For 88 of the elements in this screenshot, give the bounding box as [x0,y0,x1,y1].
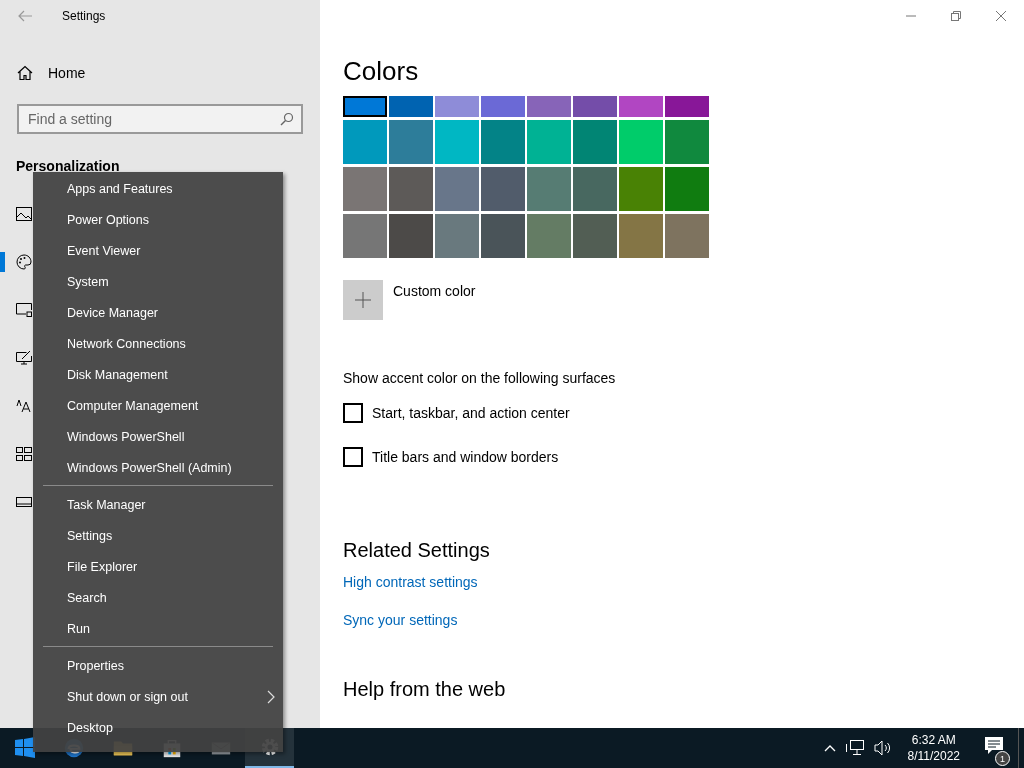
menu-item[interactable]: Properties [33,650,283,681]
monitor-brush-icon[interactable] [16,350,32,366]
color-swatch[interactable] [481,120,525,164]
color-swatch[interactable] [481,167,525,211]
color-swatch[interactable] [665,167,709,211]
menu-item[interactable]: Apps and Features [33,173,283,204]
windows-logo-icon[interactable] [12,736,37,760]
clock[interactable]: 6:32 AM 8/11/2022 [901,732,970,764]
surfaces-label: Show accent color on the following surfaces [343,370,617,386]
minimize-icon[interactable] [906,15,916,17]
color-swatch[interactable] [389,96,433,117]
color-swatch[interactable] [665,214,709,258]
menu-item[interactable]: Windows PowerShell [33,421,283,452]
checkbox[interactable] [343,403,363,423]
color-swatch[interactable] [619,167,663,211]
checkbox-label: Title bars and window borders [372,449,559,465]
restore-icon[interactable] [951,11,961,21]
menu-item[interactable]: Search [33,582,283,613]
network-icon[interactable] [845,740,864,756]
plus-icon [355,292,371,308]
color-swatch[interactable] [527,214,571,258]
checkbox[interactable] [343,447,363,467]
color-swatch[interactable] [573,214,617,258]
menu-item[interactable]: Settings [33,520,283,551]
color-swatch[interactable] [435,120,479,164]
color-swatch[interactable] [389,214,433,258]
menu-item[interactable]: Computer Management [33,390,283,421]
notification-badge: 1 [995,751,1010,766]
font-size-icon[interactable] [16,399,32,413]
color-swatch[interactable] [527,96,571,117]
color-swatch[interactable] [619,96,663,117]
color-swatch[interactable] [573,96,617,117]
color-swatch[interactable] [665,120,709,164]
palette-icon[interactable] [16,254,32,270]
chevron-up-icon[interactable] [823,744,836,752]
custom-color-label: Custom color [393,283,476,301]
color-swatch[interactable] [527,167,571,211]
window-title: Settings [62,9,106,23]
color-swatch[interactable] [343,96,387,117]
color-swatch[interactable] [343,214,387,258]
menu-item[interactable]: Power Options [33,204,283,235]
menu-item[interactable]: Task Manager [33,489,283,520]
home-icon [17,65,33,81]
menu-item[interactable]: Network Connections [33,328,283,359]
page-heading: Colors [343,56,420,88]
custom-color-button[interactable] [343,280,383,320]
taskbar-icon[interactable] [16,497,32,507]
color-swatch[interactable] [435,214,479,258]
image-icon[interactable] [16,207,32,221]
close-icon[interactable] [996,11,1006,21]
menu-item[interactable]: File Explorer [33,551,283,582]
menu-item[interactable]: Desktop [33,712,283,743]
settings-link[interactable]: Sync your settings [343,612,458,628]
color-swatch[interactable] [435,96,479,117]
section-heading: Help from the web [343,678,507,701]
checkbox-label: Start, taskbar, and action center [372,405,570,421]
color-swatch[interactable] [343,120,387,164]
color-swatch[interactable] [389,167,433,211]
search-field[interactable]: Find a setting [17,104,303,134]
menu-item[interactable]: Event Viewer [33,235,283,266]
search-icon [280,112,294,126]
color-swatch[interactable] [619,214,663,258]
color-swatch[interactable] [481,214,525,258]
menu-item[interactable]: System [33,266,283,297]
home-link[interactable]: Home [0,58,320,88]
notifications-icon[interactable] [984,736,1004,756]
chevron-right-icon [267,689,275,704]
color-swatch[interactable] [389,120,433,164]
back-arrow-icon[interactable] [18,10,32,22]
menu-item[interactable]: Windows PowerShell (Admin) [33,452,283,483]
color-swatch[interactable] [619,120,663,164]
volume-icon[interactable] [873,740,892,756]
color-swatch[interactable] [527,120,571,164]
color-swatch[interactable] [481,96,525,117]
color-swatch[interactable] [435,167,479,211]
color-swatch[interactable] [343,167,387,211]
tiles-icon[interactable] [16,447,32,461]
color-swatch[interactable] [665,96,709,117]
menu-item[interactable]: Shut down or sign out [33,681,283,712]
settings-link[interactable]: High contrast settings [343,574,478,590]
menu-item[interactable]: Disk Management [33,359,283,390]
section-heading: Related Settings [343,539,491,562]
color-swatch[interactable] [573,167,617,211]
menu-item[interactable]: Run [33,613,283,644]
menu-item[interactable]: Device Manager [33,297,283,328]
screen-lock-icon[interactable] [16,303,32,317]
color-swatch[interactable] [573,120,617,164]
section-heading: Personalization [16,158,121,174]
